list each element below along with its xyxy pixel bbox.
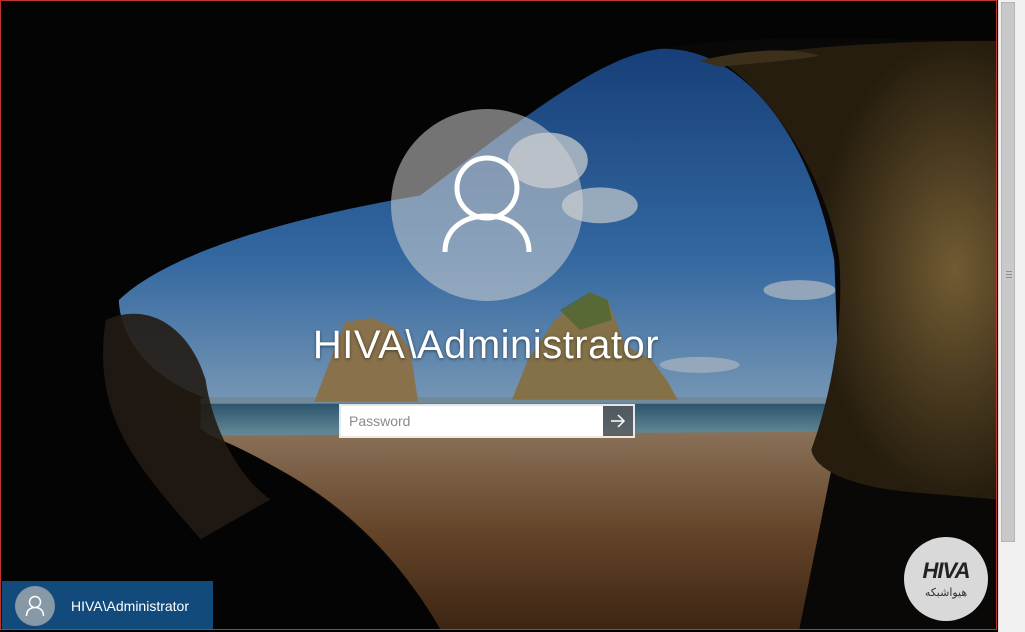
scrollbar-thumb[interactable] xyxy=(1001,2,1015,542)
brand-watermark-logo: HIVA هیواشبکه xyxy=(904,537,988,621)
scrollbar-grip-icon xyxy=(1006,271,1012,280)
screen-dim-overlay xyxy=(1,1,996,629)
lock-screen: HIVA\Administrator HIVA\Administrator HI… xyxy=(0,0,997,630)
user-tile[interactable]: HIVA\Administrator xyxy=(2,581,213,629)
vertical-scrollbar[interactable] xyxy=(998,0,1025,632)
lock-screen-username: HIVA\Administrator xyxy=(312,323,660,367)
user-icon xyxy=(25,595,45,617)
user-avatar-large xyxy=(391,109,583,301)
arrow-right-icon xyxy=(611,414,626,428)
password-field-container xyxy=(339,404,635,438)
submit-button[interactable] xyxy=(603,406,633,436)
user-tile-name: HIVA\Administrator xyxy=(71,598,189,614)
user-icon xyxy=(442,155,532,253)
user-tile-avatar xyxy=(15,586,55,626)
password-input[interactable] xyxy=(341,406,603,436)
logo-brand-text: HIVA xyxy=(922,557,971,583)
logo-brand-subtitle: هیواشبکه xyxy=(924,585,968,599)
